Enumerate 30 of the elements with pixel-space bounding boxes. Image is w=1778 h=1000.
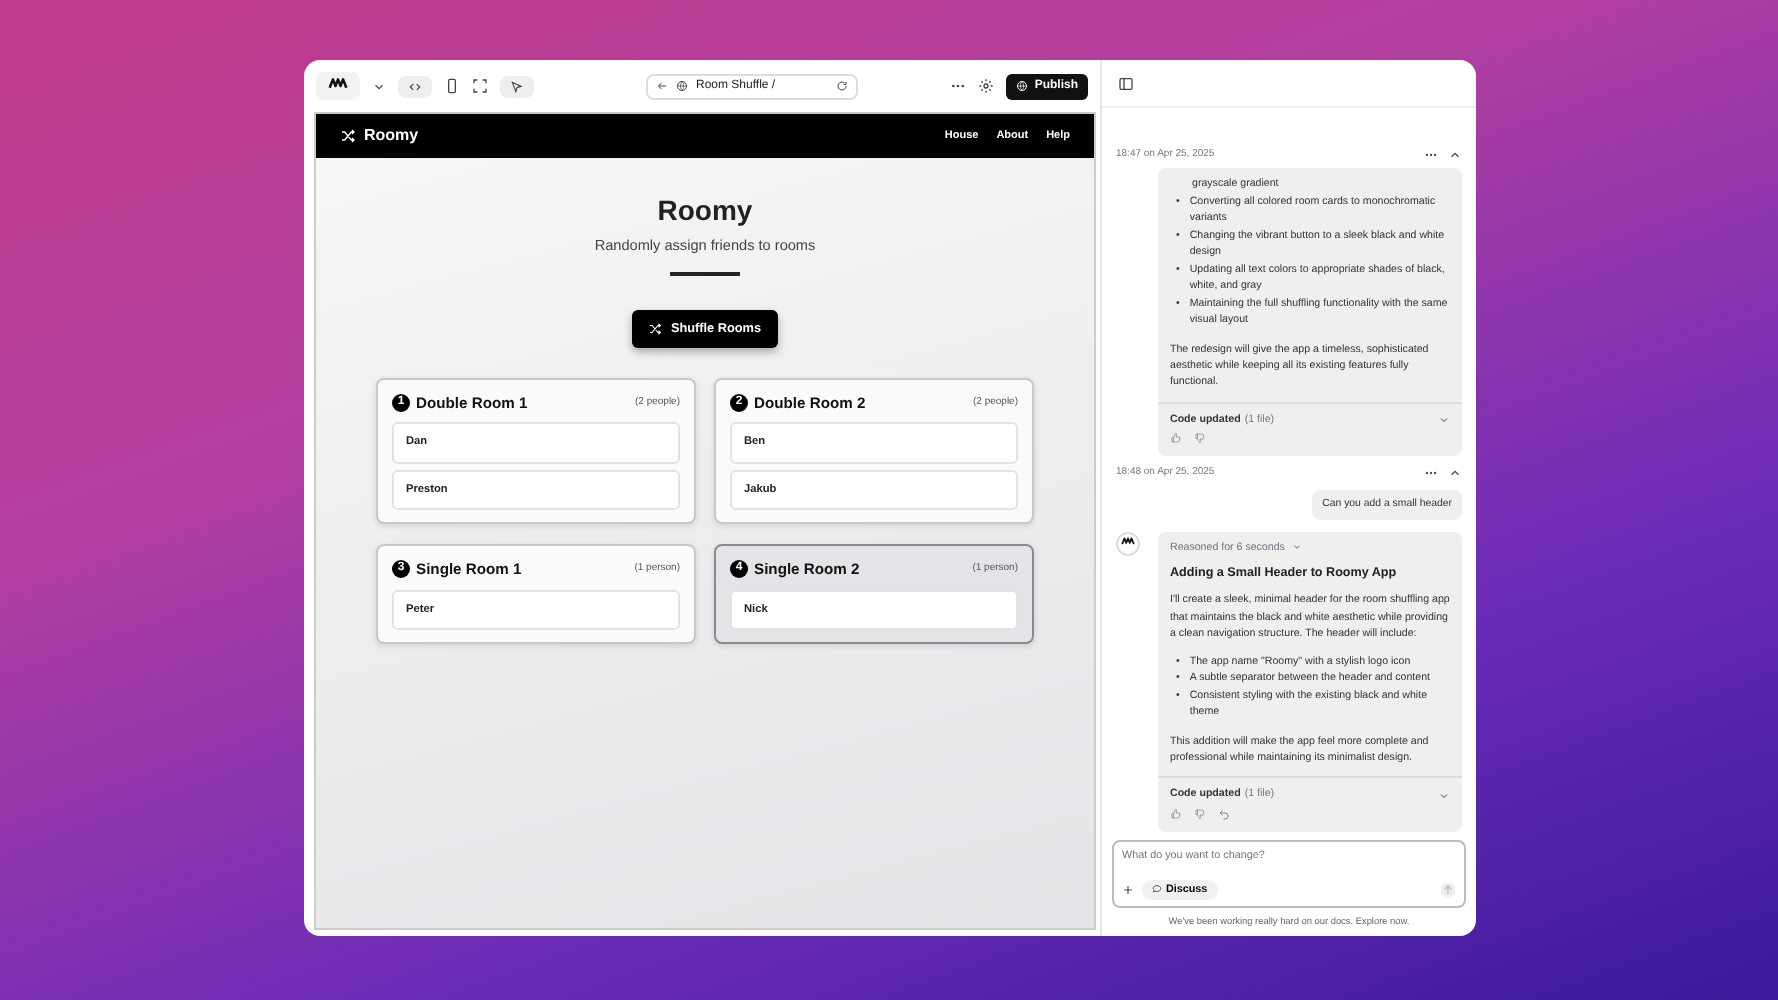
thumbs-down-icon[interactable] — [1194, 432, 1206, 445]
plus-icon[interactable] — [1122, 883, 1134, 896]
code-toggle-button[interactable] — [398, 75, 432, 97]
thumbs-up-icon[interactable] — [1170, 807, 1182, 820]
thumbs-up-icon[interactable] — [1170, 432, 1182, 445]
code-icon — [408, 79, 422, 93]
chevron-down-icon[interactable] — [372, 79, 386, 93]
shuffle-icon — [648, 321, 663, 336]
settings-icon[interactable] — [978, 78, 995, 94]
expand-icon[interactable] — [1438, 789, 1450, 802]
refresh-icon[interactable] — [836, 80, 849, 92]
brand-name: Roomy — [364, 124, 419, 148]
thumbs-down-icon[interactable] — [1194, 807, 1206, 820]
shuffle-icon — [340, 128, 356, 144]
select-tool-button[interactable] — [500, 75, 534, 97]
fullscreen-icon[interactable] — [472, 78, 488, 94]
collapse-icon[interactable] — [1448, 465, 1462, 480]
cursor-icon — [510, 79, 524, 93]
undo-icon[interactable] — [1218, 807, 1230, 820]
chat-bubble-icon — [1152, 884, 1162, 895]
globe-icon — [676, 80, 688, 92]
sidebar-toggle-icon[interactable] — [1118, 75, 1134, 91]
chevron-down-icon[interactable] — [1292, 542, 1303, 553]
page-title: Roomy — [655, 192, 755, 230]
logo-button[interactable] — [316, 72, 360, 100]
back-arrow-icon[interactable] — [656, 80, 668, 92]
globe-icon — [1016, 80, 1029, 92]
expand-icon[interactable] — [1438, 414, 1450, 427]
phone-icon[interactable] — [444, 78, 460, 94]
collapse-icon[interactable] — [1448, 147, 1462, 162]
